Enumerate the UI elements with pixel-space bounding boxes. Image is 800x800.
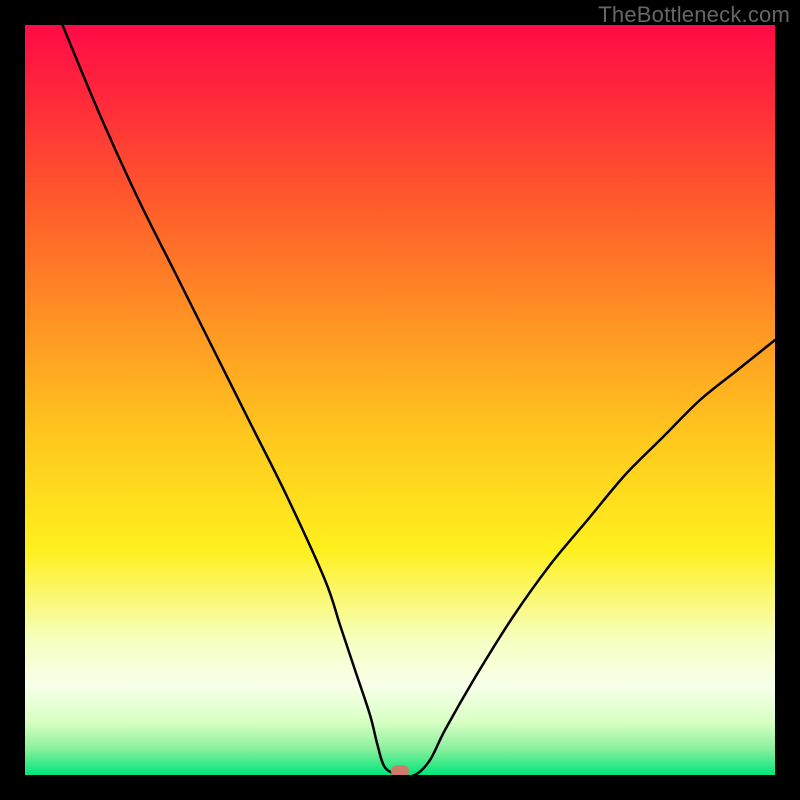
optimal-point-marker <box>391 765 409 775</box>
chart-frame: TheBottleneck.com <box>0 0 800 800</box>
plot-background <box>25 25 775 775</box>
chart-svg <box>25 25 775 775</box>
